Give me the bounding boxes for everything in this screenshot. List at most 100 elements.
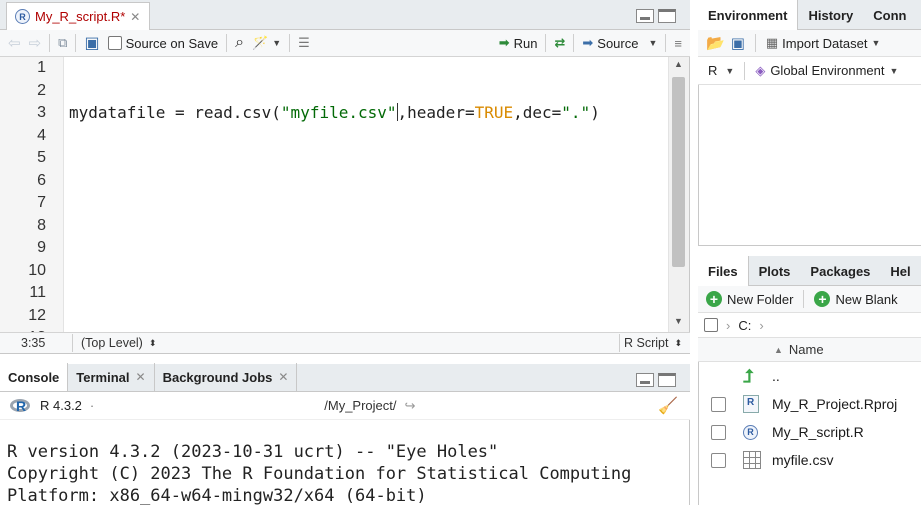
source-button[interactable]: ➡ Source ▼ xyxy=(578,35,661,51)
tab-connections[interactable]: Conn xyxy=(863,0,916,30)
tab-label: Background Jobs xyxy=(162,369,273,385)
compile-report-icon[interactable]: ☰ xyxy=(294,35,314,51)
editor-window-controls xyxy=(636,9,676,23)
file-checkbox[interactable] xyxy=(711,452,726,468)
tab-terminal[interactable]: Terminal ✕ xyxy=(68,363,155,391)
maximize-icon[interactable] xyxy=(658,9,676,23)
environment-toolbar: 📂 ▣ ▦ Import Dataset ▼ xyxy=(698,30,921,57)
file-type-selector[interactable]: R Script ⬍ xyxy=(624,336,682,350)
save-icon[interactable]: ▣ xyxy=(80,33,103,53)
source-arrow-icon: ➡ xyxy=(582,35,594,50)
scope-label: (Top Level) xyxy=(81,336,143,350)
tab-label: Conn xyxy=(873,7,907,23)
toolbar-divider xyxy=(573,34,575,52)
tab-label: Console xyxy=(8,369,60,385)
source-on-save-checkbox[interactable] xyxy=(107,36,122,50)
save-icon[interactable]: ▣ xyxy=(731,34,745,52)
statusbar-divider xyxy=(72,334,73,352)
go-to-directory-icon[interactable]: ↪ xyxy=(405,398,416,414)
csv-file-icon xyxy=(743,451,761,469)
file-row[interactable]: myfile.csv xyxy=(698,446,921,474)
toolbar-divider xyxy=(289,34,291,52)
breadcrumb-drive[interactable]: C: xyxy=(738,318,751,333)
file-name[interactable]: .. xyxy=(772,368,780,384)
code-tools-wand-icon[interactable]: 🪄 ▼ xyxy=(248,35,285,51)
close-icon[interactable]: ✕ xyxy=(136,370,146,384)
rerun-icon[interactable]: ⇄ xyxy=(550,35,569,51)
back-arrow-icon[interactable]: ⇦ xyxy=(0,34,25,52)
file-name[interactable]: myfile.csv xyxy=(772,452,833,468)
file-checkbox[interactable] xyxy=(711,396,726,412)
file-name[interactable]: My_R_Project.Rproj xyxy=(772,396,897,412)
document-outline-icon[interactable]: ≡ xyxy=(670,36,690,51)
source-on-save-label: Source on Save xyxy=(125,35,219,51)
tab-environment[interactable]: Environment xyxy=(698,0,799,30)
console-tabbar: Console Terminal ✕ Background Jobs ✕ xyxy=(0,363,690,392)
tab-background-jobs[interactable]: Background Jobs ✕ xyxy=(155,363,298,391)
clear-console-icon[interactable]: 🧹 xyxy=(658,396,678,416)
minimize-icon[interactable] xyxy=(636,9,654,23)
language-selector[interactable]: R ▼ xyxy=(708,63,734,78)
new-folder-button[interactable]: + New Folder xyxy=(706,291,793,307)
tab-files[interactable]: Files xyxy=(698,256,749,286)
show-in-window-icon[interactable]: ⧉ xyxy=(54,35,71,51)
line-number: 10 xyxy=(28,261,46,279)
rproj-icon: R xyxy=(743,395,759,413)
code-text: mydatafile = read.csv( xyxy=(69,103,281,122)
import-dataset-button[interactable]: ▦ Import Dataset ▼ xyxy=(766,35,880,51)
file-row-parent[interactable]: ⮥ .. xyxy=(698,362,921,390)
scroll-up-icon[interactable]: ▲ xyxy=(674,59,683,69)
close-icon[interactable]: ✕ xyxy=(278,370,288,384)
files-toolbar: + New Folder + New Blank xyxy=(698,286,921,312)
select-all-checkbox[interactable] xyxy=(704,318,718,332)
tab-label: Hel xyxy=(890,263,911,279)
file-checkbox[interactable] xyxy=(711,424,726,440)
chevron-down-icon[interactable]: ▼ xyxy=(648,38,657,48)
column-name-label: Name xyxy=(788,342,824,357)
code-text: ,header= xyxy=(397,103,475,122)
toolbar-divider xyxy=(744,61,746,80)
scroll-down-icon[interactable]: ▼ xyxy=(674,316,683,326)
chevron-right-icon: › xyxy=(759,317,764,333)
environment-tabbar: Environment History Conn xyxy=(698,0,921,30)
search-icon[interactable]: ⌕ xyxy=(231,34,248,52)
editor-tab-my-r-script[interactable]: R My_R_script.R* ✕ xyxy=(6,2,150,30)
editor-tab-title: My_R_script.R* xyxy=(35,9,126,24)
editor-scrollbar-thumb[interactable] xyxy=(672,77,685,267)
open-folder-icon[interactable]: 📂 xyxy=(706,34,725,52)
line-number: 7 xyxy=(37,194,46,211)
working-directory[interactable]: /My_Project/ xyxy=(324,398,396,413)
tab-packages[interactable]: Packages xyxy=(800,256,880,286)
forward-arrow-icon[interactable]: ⇨ xyxy=(25,34,46,52)
source-on-save-toggle[interactable]: Source on Save xyxy=(104,36,223,51)
file-name[interactable]: My_R_script.R xyxy=(772,424,864,440)
close-icon[interactable]: ✕ xyxy=(130,10,140,24)
tab-history[interactable]: History xyxy=(798,0,863,30)
language-label: R xyxy=(708,63,718,78)
tab-plots[interactable]: Plots xyxy=(749,256,801,286)
environment-selector[interactable]: ◈ Global Environment ▼ xyxy=(755,63,898,79)
file-row[interactable]: R My_R_Project.Rproj xyxy=(698,390,921,418)
code-line-3[interactable]: mydatafile = read.csv("myfile.csv",heade… xyxy=(69,102,600,125)
tab-console[interactable]: Console xyxy=(0,363,69,391)
toolbar-divider xyxy=(754,34,756,52)
toolbar-divider xyxy=(803,290,805,308)
environment-scope-bar: R ▼ ◈ Global Environment ▼ xyxy=(698,57,921,85)
chevron-right-icon: › xyxy=(726,317,731,333)
files-column-header[interactable]: ▲ Name xyxy=(698,338,921,362)
minimize-icon[interactable] xyxy=(636,373,654,387)
run-button[interactable]: ➡ Run xyxy=(495,35,542,51)
line-number: 11 xyxy=(29,284,46,301)
file-row[interactable]: R My_R_script.R xyxy=(698,418,921,446)
console-window-controls xyxy=(636,373,676,387)
maximize-icon[interactable] xyxy=(658,373,676,387)
tab-help[interactable]: Hel xyxy=(880,256,920,286)
new-blank-file-button[interactable]: + New Blank xyxy=(814,291,898,307)
chevron-down-icon: ▼ xyxy=(889,65,899,76)
environment-scope-label: Global Environment xyxy=(770,63,885,78)
code-area[interactable]: mydatafile = read.csv("myfile.csv",heade… xyxy=(64,57,668,332)
chevron-down-icon: ▼ xyxy=(871,38,881,48)
scope-selector[interactable]: (Top Level) ⬍ xyxy=(81,336,156,350)
line-number: 3 xyxy=(37,104,46,121)
tab-label: Terminal xyxy=(76,369,130,385)
